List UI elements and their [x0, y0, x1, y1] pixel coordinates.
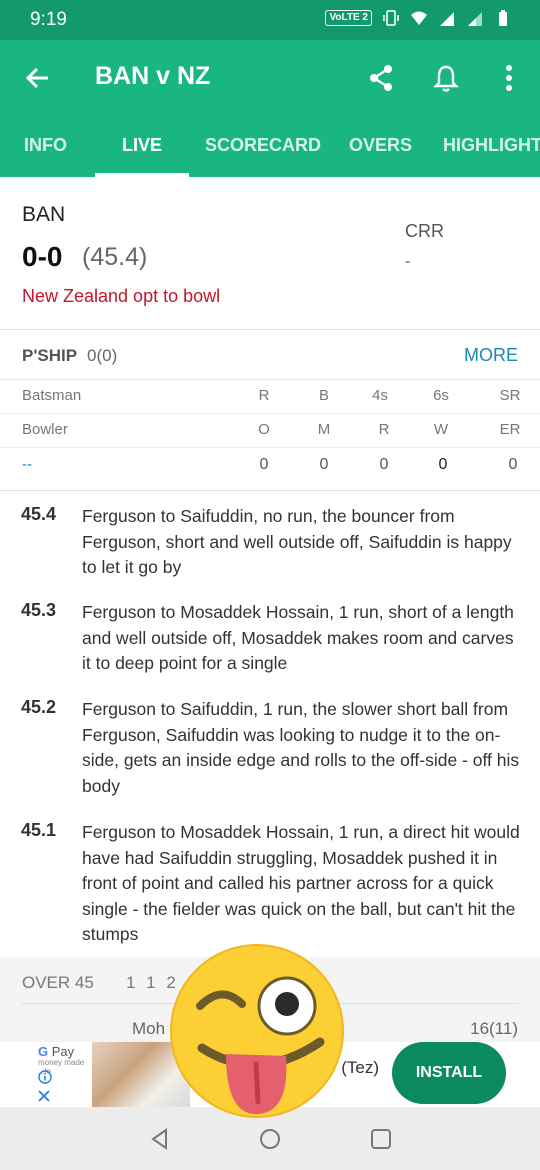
bowler-header-row: Bowler O M R W ER	[0, 414, 540, 448]
signal-2-icon	[468, 12, 482, 26]
bowler-row: -- 0 0 0 0 0	[0, 449, 540, 483]
tab-highlights[interactable]: HIGHLIGHT	[443, 135, 540, 156]
bowler-runs-header: R	[378, 421, 390, 438]
bowler-name[interactable]: --	[22, 456, 32, 473]
team-overs: (45.4)	[82, 243, 148, 271]
commentary-text: Ferguson to Mosaddek Hossain, 1 run, sho…	[82, 602, 514, 674]
tab-overs[interactable]: OVERS	[349, 135, 412, 156]
winking-tongue-emoji-icon	[170, 944, 344, 1118]
commentary-text: Ferguson to Saifuddin, no run, the bounc…	[82, 506, 512, 578]
app-bar: BAN v NZ INFO LIVE SCORECARD OVERS HIGHL…	[0, 40, 540, 177]
wifi-icon	[411, 11, 427, 25]
score-card: BAN 0-0 (45.4) New Zealand opt to bowl C…	[0, 177, 540, 330]
bowler-wickets: 0	[438, 456, 448, 473]
bowler-maidens: 0	[319, 456, 329, 473]
crr-label: CRR	[405, 221, 444, 241]
page-title: BAN v NZ	[95, 62, 211, 90]
partnership-label: P'SHIP	[22, 346, 78, 365]
commentary-list: 45.4 Ferguson to Saifuddin, no run, the …	[0, 490, 540, 944]
bowler-overs: 0	[259, 456, 269, 473]
over-batsman-figures: 16(11)	[470, 1019, 518, 1038]
bowler-header: Bowler	[22, 421, 68, 438]
commentary-over: 45.4	[21, 504, 57, 524]
tab-info[interactable]: INFO	[24, 135, 67, 156]
bowler-economy: 0	[508, 456, 518, 473]
volte-badge: VoLTE 2	[325, 10, 372, 26]
crr-value: -	[405, 253, 411, 270]
partnership-value: 0(0)	[87, 346, 118, 365]
battery-icon	[499, 10, 507, 26]
batsman-header-row: Batsman R B 4s 6s SR	[0, 380, 540, 414]
more-link[interactable]: MORE	[464, 345, 518, 366]
share-icon[interactable]	[366, 62, 396, 94]
status-time: 9:19	[30, 9, 67, 30]
home-nav-icon[interactable]	[258, 1127, 282, 1151]
status-bar: 9:19 VoLTE 2	[0, 0, 540, 40]
install-button[interactable]: INSTALL	[392, 1042, 506, 1104]
ad-brand: G Pay	[38, 1044, 74, 1059]
commentary-over: 45.3	[21, 600, 57, 620]
batsman-header: Batsman	[22, 387, 82, 404]
back-nav-icon[interactable]	[148, 1127, 172, 1151]
fours-header: 4s	[372, 387, 388, 404]
strike-rate-header: SR	[499, 387, 521, 404]
signal-icon	[440, 12, 454, 26]
more-vert-icon[interactable]	[494, 62, 524, 94]
ad-brand-text: Pay	[51, 1044, 75, 1059]
status-icons: VoLTE 2	[325, 9, 512, 27]
commentary-text: Ferguson to Saifuddin, 1 run, the slower…	[82, 699, 520, 796]
maidens-header: M	[317, 421, 331, 438]
tab-scorecard[interactable]: SCORECARD	[205, 135, 321, 156]
recents-nav-icon[interactable]	[369, 1127, 393, 1151]
over-batsman: Moh	[132, 1019, 166, 1038]
tab-bar: INFO LIVE SCORECARD OVERS HIGHLIGHT	[0, 123, 540, 177]
commentary-text: Ferguson to Mosaddek Hossain, 1 run, a d…	[82, 822, 520, 945]
back-arrow-icon[interactable]	[22, 62, 54, 94]
bowler-runs: 0	[379, 456, 389, 473]
ad-close-icon[interactable]	[38, 1090, 50, 1102]
partnership-row: P'SHIP 0(0) MORE	[0, 331, 540, 380]
vibrate-icon	[383, 10, 399, 26]
over-label: OVER 45	[22, 973, 94, 992]
overs-header: O	[258, 421, 270, 438]
team-name: BAN	[22, 203, 66, 226]
wickets-header: W	[433, 421, 449, 438]
commentary-over: 45.2	[21, 697, 57, 717]
toss-result: New Zealand opt to bowl	[22, 286, 221, 306]
runs-header: R	[258, 387, 270, 404]
economy-header: ER	[499, 421, 521, 438]
balls-header: B	[318, 387, 329, 404]
ad-brand-g: G	[38, 1044, 49, 1059]
team-score: 0-0	[22, 241, 63, 272]
bell-icon[interactable]	[431, 62, 461, 94]
tab-live[interactable]: LIVE	[122, 135, 162, 156]
ad-info-icon[interactable]	[38, 1070, 52, 1084]
sixes-header: 6s	[433, 387, 449, 404]
commentary-over: 45.1	[21, 820, 57, 840]
